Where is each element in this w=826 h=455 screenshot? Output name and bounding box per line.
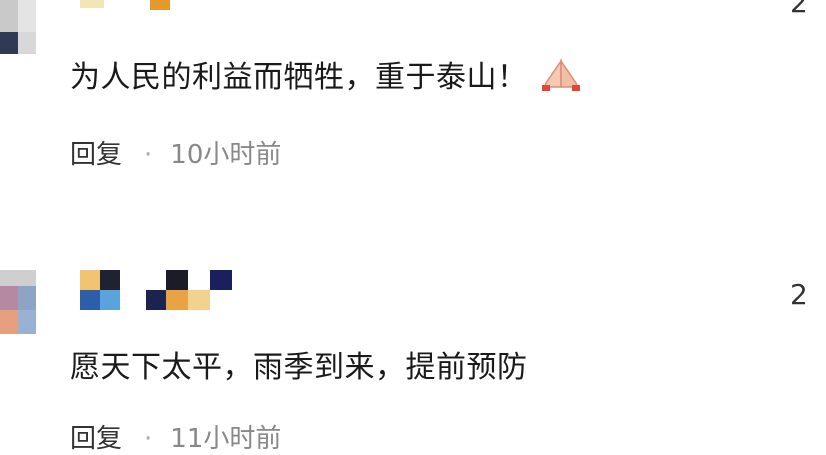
comment-text: 为人民的利益而牺牲，重于泰山！ — [70, 52, 584, 101]
comment-time: 11小时前 — [170, 424, 282, 454]
avatar[interactable] — [0, 0, 36, 54]
username-blurred[interactable] — [80, 270, 240, 314]
meta-separator: · — [144, 140, 153, 170]
meta-separator: · — [144, 424, 153, 454]
avatar[interactable] — [0, 270, 36, 334]
reply-button[interactable]: 回复 — [70, 424, 122, 454]
reply-button[interactable]: 回复 — [70, 140, 122, 170]
comment-text: 愿天下太平，雨季到来，提前预防 — [70, 350, 528, 385]
comment-meta: 回复 · 11小时前 — [70, 418, 281, 455]
like-count[interactable]: 2 — [790, 278, 808, 311]
comment-time: 10小时前 — [170, 140, 282, 170]
like-count[interactable]: 2 — [790, 0, 808, 19]
folded-hands-icon — [538, 57, 584, 101]
comment-text-content: 为人民的利益而牺牲，重于泰山！ — [70, 60, 528, 95]
username-blurred[interactable] — [80, 0, 190, 12]
comment-meta: 回复 · 10小时前 — [70, 134, 281, 171]
